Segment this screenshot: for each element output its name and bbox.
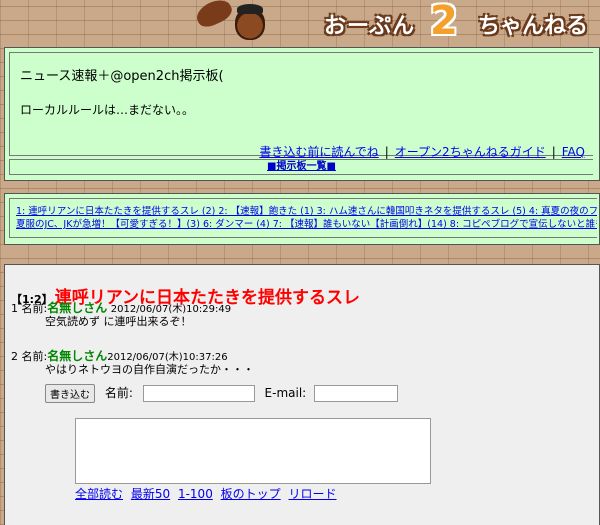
post-name-label: 名前:	[21, 350, 48, 363]
thread-footer-links: 全部読む 最新50 1-100 板のトップ リロード	[75, 485, 341, 502]
name-label: 名前:	[104, 386, 133, 400]
site-header: おーぷん 2 ちゃんねる	[0, 0, 600, 46]
pot-lid-icon	[193, 0, 235, 31]
board-info-panel: ニュース速報＋@open2ch掲示板( ローカルルールは…まだない。。 書き込む…	[9, 52, 593, 159]
thread-area: 【1:2】 連呼リアンに日本たたきを提供するスレ 1 名前:名無しさん 2012/…	[4, 264, 600, 525]
logo-text-left: おーぷん	[324, 14, 416, 39]
post-body-1: 空気読めず に連呼出来るぞ！	[45, 315, 192, 328]
logo-two: 2	[430, 0, 458, 44]
guide-links: 書き込む前に読んでね | オープン2ちゃんねるガイド | FAQ	[259, 145, 585, 159]
thread-list-line-1[interactable]: 1: 連呼リアンに日本たたきを提供するスレ (2) 2: 【速報】飽きた (1)…	[16, 206, 597, 217]
latest-50-link[interactable]: 最新50	[131, 487, 170, 501]
email-input[interactable]	[314, 385, 399, 402]
thread-list-box: 1: 連呼リアンに日本たたきを提供するスレ (2) 2: 【速報】飽きた (1)…	[4, 193, 600, 245]
range-1-100-link[interactable]: 1-100	[178, 487, 213, 501]
read-all-link[interactable]: 全部読む	[75, 487, 123, 501]
board-title: ニュース速報＋@open2ch掲示板(	[20, 69, 224, 84]
post-body-2: やはりネトウヨの自作自演だったか・・・	[45, 363, 254, 376]
read-before-posting-link[interactable]: 書き込む前に読んでね	[259, 145, 378, 159]
post-number: 1	[11, 302, 18, 315]
open2ch-guide-link[interactable]: オープン2ちゃんねるガイド	[395, 145, 546, 159]
logo-text-right: ちゃんねる	[478, 14, 589, 39]
board-list-bar: ■掲示板一覧■	[9, 159, 593, 175]
post-name-label: 名前:	[21, 302, 48, 315]
name-input[interactable]	[142, 385, 255, 402]
thread-list-line-2[interactable]: 夏服のJC、JKが急増！【可愛すぎる！】(3) 6: ダンマー (4) 7: 【…	[16, 219, 597, 230]
faq-link[interactable]: FAQ	[562, 145, 585, 159]
board-top-link[interactable]: 板のトップ	[221, 487, 281, 501]
local-rule-text: ローカルルールは…まだない。。	[20, 103, 195, 117]
email-label: E-mail:	[264, 386, 307, 400]
message-textarea[interactable]	[75, 418, 431, 484]
submit-button[interactable]: 書き込む	[45, 384, 95, 403]
post-number: 2	[11, 350, 18, 363]
board-list-link[interactable]: ■掲示板一覧■	[267, 161, 336, 172]
reload-link[interactable]: リロード	[289, 487, 337, 501]
thread-list-panel: 1: 連呼リアンに日本たたきを提供するスレ (2) 2: 【速報】飽きた (1)…	[9, 198, 597, 238]
reply-form-row: 書き込む 名前: E-mail:	[45, 384, 399, 403]
board-header-box: ニュース速報＋@open2ch掲示板( ローカルルールは…まだない。。 書き込む…	[4, 47, 600, 181]
pot-mascot-icon	[235, 4, 265, 40]
